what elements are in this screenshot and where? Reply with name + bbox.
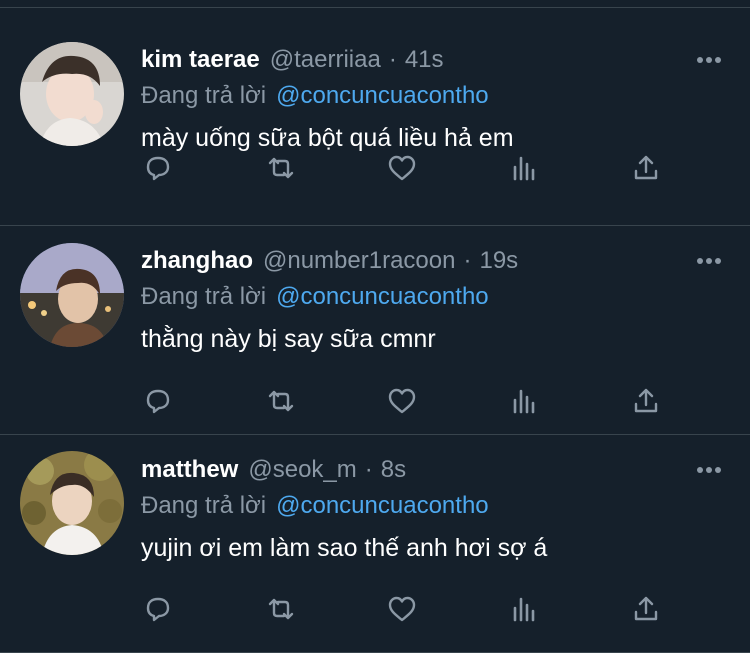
analytics-button[interactable] (504, 381, 544, 421)
like-icon (388, 155, 416, 181)
like-icon (388, 388, 416, 414)
more-options-button[interactable] (682, 246, 722, 276)
tweet-header: zhanghao @number1racoon · 19s (141, 246, 722, 276)
reply-button[interactable] (138, 381, 178, 421)
more-dots-icon (697, 258, 721, 264)
user-handle[interactable]: @number1racoon (263, 247, 455, 275)
mention-link[interactable]: @concuncuacontho (276, 283, 489, 311)
action-bar (141, 589, 681, 629)
retweet-icon (268, 157, 294, 179)
replying-to-label: Đang trả lời (141, 492, 267, 519)
share-icon (634, 596, 658, 621)
avatar[interactable] (20, 451, 124, 555)
separator-dot: · (463, 247, 472, 274)
retweet-button[interactable] (261, 589, 301, 629)
analytics-icon (513, 597, 535, 622)
tweet-content: matthew @seok_m · 8s Đang trả lời @concu… (141, 455, 722, 563)
analytics-button[interactable] (504, 148, 544, 188)
analytics-icon (513, 389, 535, 414)
share-button[interactable] (626, 148, 666, 188)
tweet[interactable]: zhanghao @number1racoon · 19s Đang trả l… (0, 217, 750, 435)
more-dots-icon (697, 467, 721, 473)
action-bar (141, 381, 681, 421)
like-button[interactable] (382, 148, 422, 188)
timestamp[interactable]: 19s (479, 247, 518, 275)
retweet-button[interactable] (261, 381, 301, 421)
tweet-header: matthew @seok_m · 8s (141, 455, 722, 485)
more-dots-icon (697, 57, 721, 63)
avatar-image (20, 243, 124, 347)
like-button[interactable] (382, 381, 422, 421)
tweet-header: kim taerae @taerriiaa · 41s (141, 45, 722, 75)
avatar-image (20, 451, 124, 555)
reply-icon (146, 389, 170, 414)
timestamp[interactable]: 8s (381, 456, 406, 484)
display-name[interactable]: zhanghao (141, 247, 253, 275)
replying-to-label: Đang trả lời (141, 283, 267, 310)
avatar[interactable] (20, 243, 124, 347)
tweet[interactable]: kim taerae @taerriiaa · 41s Đang trả lời… (0, 8, 750, 226)
user-handle[interactable]: @seok_m (248, 456, 356, 484)
reply-button[interactable] (138, 148, 178, 188)
separator-dot: · (364, 456, 373, 483)
more-options-button[interactable] (682, 455, 722, 485)
action-bar (141, 148, 681, 188)
display-name[interactable]: matthew (141, 456, 238, 484)
avatar[interactable] (20, 42, 124, 146)
mention-link[interactable]: @concuncuacontho (276, 492, 489, 520)
analytics-button[interactable] (504, 589, 544, 629)
like-button[interactable] (382, 589, 422, 629)
share-icon (634, 155, 658, 180)
avatar-image (20, 42, 124, 146)
more-options-button[interactable] (682, 45, 722, 75)
timestamp[interactable]: 41s (405, 46, 444, 74)
tweet[interactable]: matthew @seok_m · 8s Đang trả lời @concu… (0, 435, 750, 653)
retweet-icon (268, 598, 294, 620)
display-name[interactable]: kim taerae (141, 46, 260, 74)
retweet-icon (268, 390, 294, 412)
share-button[interactable] (626, 589, 666, 629)
replying-to-label: Đang trả lời (141, 82, 267, 109)
replying-to: Đang trả lời @concuncuacontho (141, 491, 722, 521)
reply-icon (146, 597, 170, 622)
share-button[interactable] (626, 381, 666, 421)
mention-link[interactable]: @concuncuacontho (276, 82, 489, 110)
analytics-icon (513, 156, 535, 181)
replying-to: Đang trả lời @concuncuacontho (141, 81, 722, 111)
separator-dot: · (388, 46, 397, 73)
replying-to: Đang trả lời @concuncuacontho (141, 282, 722, 312)
tweet-content: zhanghao @number1racoon · 19s Đang trả l… (141, 246, 722, 354)
share-icon (634, 388, 658, 413)
user-handle[interactable]: @taerriiaa (270, 46, 381, 74)
reply-button[interactable] (138, 589, 178, 629)
retweet-button[interactable] (261, 148, 301, 188)
reply-feed: kim taerae @taerriiaa · 41s Đang trả lời… (0, 0, 750, 653)
tweet-content: kim taerae @taerriiaa · 41s Đang trả lời… (141, 45, 722, 153)
tweet-text: yujin ơi em làm sao thế anh hơi sợ á (141, 534, 548, 562)
tweet-text: thằng này bị say sữa cmnr (141, 325, 436, 353)
like-icon (388, 596, 416, 622)
reply-icon (146, 156, 170, 181)
